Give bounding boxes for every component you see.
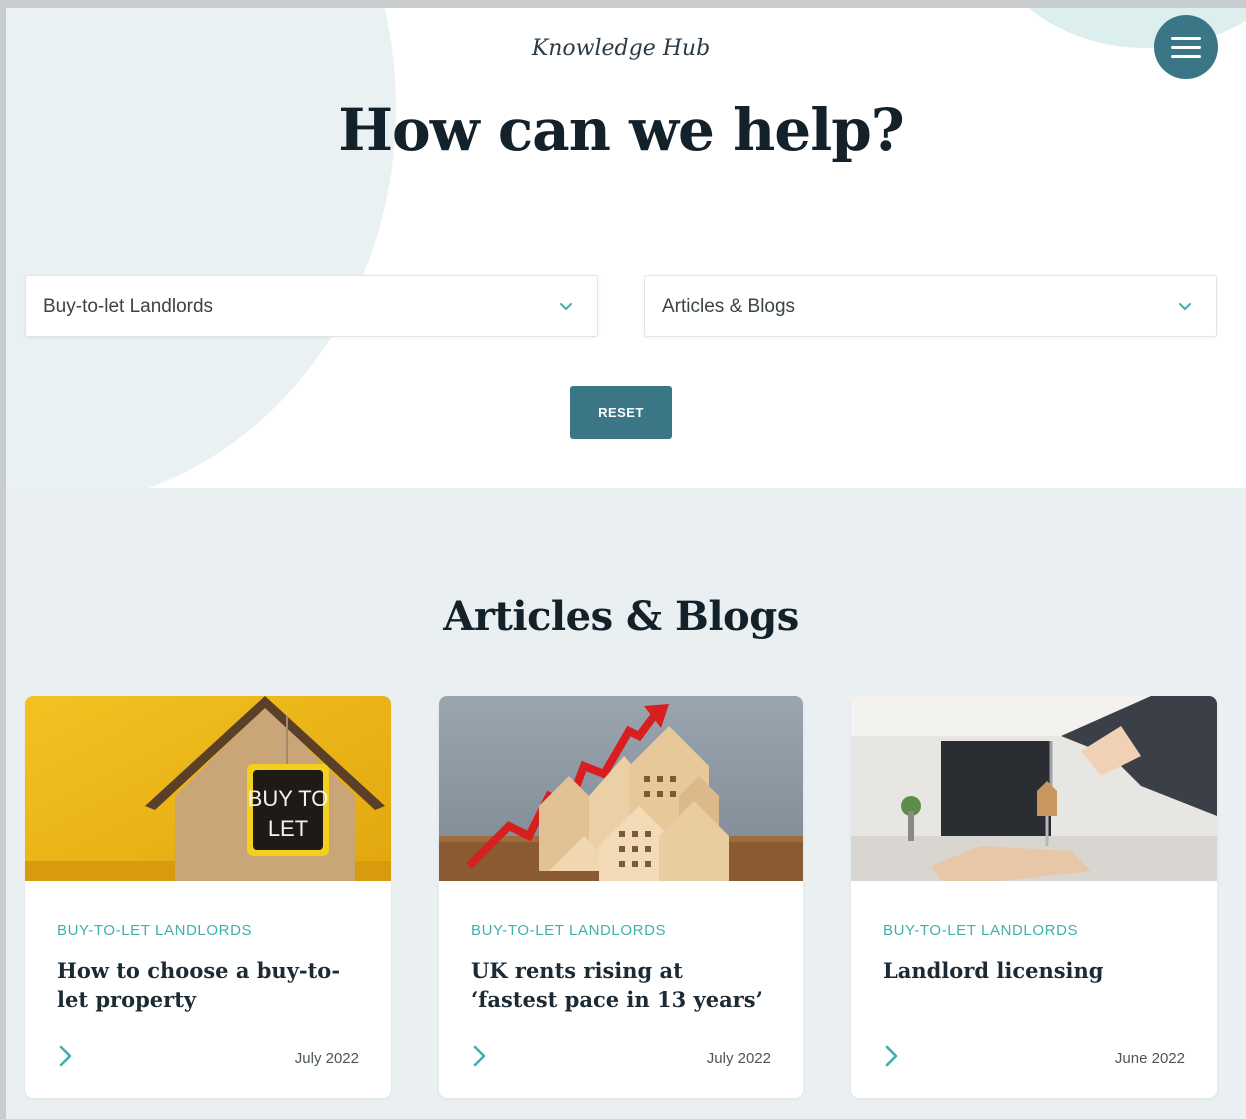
menu-button[interactable] bbox=[1154, 15, 1218, 79]
section-title: Articles & Blogs bbox=[443, 593, 799, 640]
card-image-buy-to-let-house: BUY TO LET bbox=[25, 696, 391, 881]
page-title: How can we help? bbox=[338, 96, 905, 164]
chevron-right-icon[interactable] bbox=[467, 1044, 491, 1068]
content-type-select[interactable]: Articles & Blogs bbox=[644, 275, 1217, 337]
page-kicker: Knowledge Hub bbox=[531, 36, 711, 61]
card-date: July 2022 bbox=[294, 1050, 359, 1067]
card-title-link[interactable]: Landlord licensing bbox=[883, 956, 1183, 985]
card-image-sign-line1: BUY TO bbox=[248, 786, 329, 811]
card-date: June 2022 bbox=[1114, 1050, 1185, 1067]
card-category: BUY-TO-LET LANDLORDS bbox=[883, 922, 1079, 939]
hamburger-icon-bar bbox=[1171, 45, 1201, 49]
card-category: BUY-TO-LET LANDLORDS bbox=[471, 922, 667, 939]
hamburger-icon bbox=[1171, 36, 1201, 40]
card-title-link[interactable]: UK rents rising at ‘fastest pace in 13 y… bbox=[471, 956, 771, 1014]
card-image-sign-line2: LET bbox=[268, 816, 308, 841]
card-title-link[interactable]: How to choose a buy-to-let property bbox=[57, 956, 357, 1014]
article-card[interactable]: BUY-TO-LET LANDLORDS Landlord licensing … bbox=[851, 696, 1217, 1098]
card-date: July 2022 bbox=[706, 1050, 771, 1067]
article-card[interactable]: BUY TO LET BUY-TO-LET LANDLORDS How to c… bbox=[25, 696, 391, 1098]
audience-select[interactable]: Buy-to-let Landlords bbox=[25, 275, 598, 337]
content-type-select-value: Articles & Blogs bbox=[662, 296, 796, 317]
chevron-down-icon bbox=[560, 303, 572, 310]
article-card[interactable]: BUY-TO-LET LANDLORDS UK rents rising at … bbox=[439, 696, 803, 1098]
chevron-down-icon bbox=[1179, 303, 1191, 310]
page-frame: Knowledge Hub How can we help? Buy-to-le… bbox=[0, 0, 1246, 1119]
hamburger-icon-bar bbox=[1171, 54, 1201, 58]
chevron-right-icon[interactable] bbox=[53, 1044, 77, 1068]
hero-section: Knowledge Hub How can we help? Buy-to-le… bbox=[6, 8, 1246, 488]
reset-button[interactable]: RESET bbox=[570, 386, 672, 439]
hero-background-circle bbox=[6, 8, 396, 488]
card-image-rising-rents bbox=[439, 696, 803, 881]
chevron-right-icon[interactable] bbox=[879, 1044, 903, 1068]
audience-select-value: Buy-to-let Landlords bbox=[43, 296, 214, 317]
articles-section: Articles & Blogs BUY TO LET BUY-TO-LET L… bbox=[6, 488, 1246, 1119]
card-image-keys-handover bbox=[851, 696, 1217, 881]
card-category: BUY-TO-LET LANDLORDS bbox=[57, 922, 253, 939]
